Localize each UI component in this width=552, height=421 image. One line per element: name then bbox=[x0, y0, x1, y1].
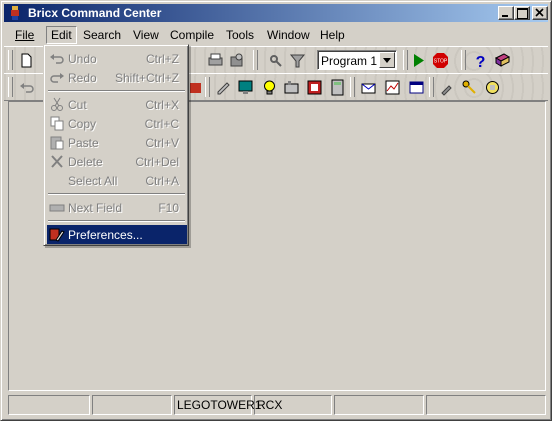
status-panel-position bbox=[8, 395, 90, 415]
program-select[interactable]: Program 1 bbox=[317, 50, 397, 70]
menu-window[interactable]: Window bbox=[267, 28, 310, 42]
menu-item-select-all[interactable]: Select All Ctrl+A bbox=[47, 171, 187, 190]
menu-separator bbox=[48, 220, 185, 222]
next-field-icon bbox=[49, 204, 65, 212]
message-icon[interactable] bbox=[360, 79, 377, 96]
svg-text:?: ? bbox=[476, 54, 486, 69]
menu-bar: File Edit Search View Compile Tools Wind… bbox=[4, 25, 548, 44]
menu-tools[interactable]: Tools bbox=[226, 28, 254, 42]
print-icon[interactable] bbox=[207, 52, 224, 69]
menu-item-delete[interactable]: Delete Ctrl+Del bbox=[47, 152, 187, 171]
toolbar-grip[interactable] bbox=[8, 77, 13, 97]
status-panel-port: LEGOTOWER1 bbox=[174, 395, 261, 415]
maximize-button[interactable] bbox=[514, 6, 530, 20]
diagnostics-icon[interactable] bbox=[215, 79, 232, 96]
menu-separator bbox=[48, 193, 185, 195]
download-icon[interactable] bbox=[187, 79, 204, 96]
copy-icon bbox=[50, 116, 64, 131]
delete-icon bbox=[51, 155, 63, 168]
toolbar-grip[interactable] bbox=[8, 50, 13, 70]
menu-edit[interactable]: Edit bbox=[46, 26, 77, 44]
print-preview-icon[interactable] bbox=[228, 52, 245, 69]
toolbar-grip[interactable] bbox=[350, 77, 355, 97]
graph-icon[interactable] bbox=[384, 79, 401, 96]
svg-text:STOP: STOP bbox=[434, 59, 448, 65]
menu-help[interactable]: Help bbox=[320, 28, 345, 42]
window-title: Bricx Command Center bbox=[28, 6, 162, 20]
calculator-icon[interactable] bbox=[329, 79, 346, 96]
main-window: Bricx Command Center File Edit Search Vi… bbox=[0, 0, 552, 421]
undo-icon[interactable] bbox=[18, 79, 35, 96]
close-button[interactable] bbox=[532, 6, 548, 20]
menu-view[interactable]: View bbox=[133, 28, 159, 42]
title-bar[interactable]: Bricx Command Center bbox=[4, 4, 548, 22]
edit-menu-dropdown: Undo Ctrl+Z Redo Shift+Ctrl+Z Cut Ctrl+X… bbox=[43, 44, 189, 246]
menu-separator bbox=[48, 90, 185, 92]
bricx-app-icon bbox=[11, 6, 19, 20]
book-icon[interactable] bbox=[494, 52, 511, 69]
undo-icon bbox=[50, 54, 64, 64]
menu-item-undo[interactable]: Undo Ctrl+Z bbox=[47, 49, 187, 68]
firmware-icon[interactable] bbox=[484, 79, 501, 96]
menu-item-redo[interactable]: Redo Shift+Ctrl+Z bbox=[47, 68, 187, 87]
remote-icon[interactable] bbox=[283, 79, 300, 96]
toolbar-grip[interactable] bbox=[403, 50, 408, 70]
program-select-arrow[interactable] bbox=[379, 52, 395, 68]
run-icon[interactable] bbox=[410, 52, 427, 69]
menu-item-next-field[interactable]: Next Field F10 bbox=[47, 198, 187, 217]
status-panel-info bbox=[426, 395, 546, 415]
menu-file[interactable]: File bbox=[15, 28, 34, 42]
status-panel-brick: RCX bbox=[254, 395, 332, 415]
toolbar-grip[interactable] bbox=[461, 50, 466, 70]
stop-icon[interactable]: STOP bbox=[432, 52, 449, 69]
status-panel-extra bbox=[334, 395, 424, 415]
toolbar-grip[interactable] bbox=[205, 77, 210, 97]
menu-search[interactable]: Search bbox=[83, 28, 121, 42]
status-bar: LEGOTOWER1 RCX bbox=[8, 395, 546, 415]
preferences-icon bbox=[49, 228, 65, 242]
key-icon[interactable] bbox=[461, 79, 478, 96]
toolbar-grip[interactable] bbox=[253, 50, 258, 70]
menu-compile[interactable]: Compile bbox=[170, 28, 214, 42]
menu-item-cut[interactable]: Cut Ctrl+X bbox=[47, 95, 187, 114]
minimize-icon bbox=[502, 15, 508, 17]
menu-item-paste[interactable]: Paste Ctrl+V bbox=[47, 133, 187, 152]
find-icon[interactable] bbox=[267, 52, 284, 69]
tools-icon[interactable] bbox=[439, 79, 456, 96]
help-icon[interactable]: ? bbox=[472, 52, 489, 69]
redo-icon bbox=[50, 73, 64, 83]
paste-icon bbox=[50, 136, 64, 150]
monitor-icon[interactable] bbox=[237, 79, 254, 96]
filter-icon[interactable] bbox=[289, 52, 306, 69]
new-file-icon[interactable] bbox=[18, 52, 35, 69]
chevron-down-icon bbox=[383, 58, 391, 63]
table-icon[interactable] bbox=[408, 79, 425, 96]
status-panel-mode bbox=[92, 395, 172, 415]
maximize-icon bbox=[517, 8, 528, 19]
lightbulb-icon[interactable] bbox=[261, 79, 278, 96]
movie-icon[interactable] bbox=[306, 79, 323, 96]
toolbar-grip[interactable] bbox=[429, 77, 434, 97]
close-icon bbox=[535, 8, 544, 17]
menu-item-copy[interactable]: Copy Ctrl+C bbox=[47, 114, 187, 133]
minimize-button[interactable] bbox=[498, 6, 514, 20]
scissors-icon bbox=[51, 97, 63, 111]
menu-item-preferences[interactable]: Preferences... bbox=[47, 225, 187, 244]
